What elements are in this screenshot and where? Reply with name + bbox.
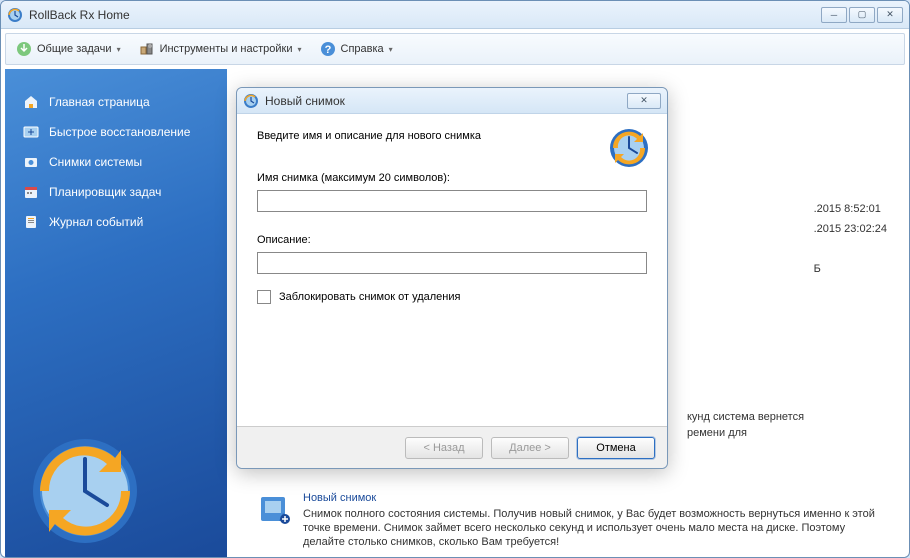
window-title: RollBack Rx Home: [29, 8, 821, 22]
maximize-button[interactable]: ▢: [849, 7, 875, 23]
lock-checkbox-label: Заблокировать снимок от удаления: [279, 291, 460, 303]
new-snapshot-text: Новый снимок Снимок полного состояния си…: [303, 491, 887, 549]
chevron-down-icon: ▾: [298, 45, 302, 54]
help-icon: ?: [320, 41, 336, 57]
minimize-button[interactable]: ─: [821, 7, 847, 23]
new-snapshot-title[interactable]: Новый снимок: [303, 491, 887, 505]
background-text-peek: .2015 8:52:01 .2015 23:02:24 Б: [814, 199, 887, 279]
sidebar-item-label: Снимки системы: [49, 155, 142, 169]
sidebar-item-label: Журнал событий: [49, 215, 143, 229]
snapshot-desc-input[interactable]: [257, 252, 647, 274]
app-icon: [7, 7, 23, 23]
new-snapshot-icon: [257, 491, 293, 527]
desc-field-label: Описание:: [257, 234, 647, 246]
peek-text-2: ремени для: [687, 425, 887, 441]
sidebar-item-label: Главная страница: [49, 95, 150, 109]
lock-checkbox[interactable]: [257, 290, 271, 304]
sidebar-item-snapshots[interactable]: Снимки системы: [15, 147, 217, 177]
toolbar-common-tasks[interactable]: Общие задачи ▾: [16, 41, 121, 57]
name-field-label: Имя снимка (максимум 20 символов):: [257, 172, 647, 184]
titlebar: RollBack Rx Home ─ ▢ ✕: [1, 1, 909, 29]
background-text-peek-2: кунд система вернется ремени для: [687, 409, 887, 441]
dialog-title: Новый снимок: [265, 94, 627, 108]
next-button[interactable]: Далее >: [491, 437, 569, 459]
chevron-down-icon: ▾: [117, 45, 121, 54]
new-snapshot-dialog: Новый снимок ✕ Введите имя и описание дл…: [236, 87, 668, 469]
toolbar-label: Справка: [341, 43, 384, 55]
chevron-down-icon: ▾: [389, 45, 393, 54]
sidebar-item-restore[interactable]: Быстрое восстановление: [15, 117, 217, 147]
restore-icon: [23, 124, 39, 140]
cancel-button[interactable]: Отмена: [577, 437, 655, 459]
sidebar-item-eventlog[interactable]: Журнал событий: [15, 207, 217, 237]
peek-text-1: кунд система вернется: [687, 409, 887, 425]
window-controls: ─ ▢ ✕: [821, 7, 903, 23]
main-window: RollBack Rx Home ─ ▢ ✕ Общие задачи ▾ Ин…: [0, 0, 910, 558]
dialog-app-icon: [243, 93, 259, 109]
dialog-instruction: Введите имя и описание для нового снимка: [257, 130, 647, 142]
dialog-corner-logo: [607, 126, 651, 170]
new-snapshot-desc: Снимок полного состояния системы. Получи…: [303, 507, 887, 549]
dialog-body: Введите имя и описание для нового снимка…: [237, 114, 667, 426]
app-logo: [25, 431, 145, 551]
snapshot-icon: [23, 154, 39, 170]
dialog-close-button[interactable]: ✕: [627, 93, 661, 109]
sidebar-item-scheduler[interactable]: Планировщик задач: [15, 177, 217, 207]
sidebar-item-label: Быстрое восстановление: [49, 125, 190, 139]
tasks-icon: [16, 41, 32, 57]
peek-size-unit: Б: [814, 259, 887, 279]
sidebar-item-home[interactable]: Главная страница: [15, 87, 217, 117]
toolbar-label: Инструменты и настройки: [160, 43, 293, 55]
dialog-titlebar: Новый снимок ✕: [237, 88, 667, 114]
close-button[interactable]: ✕: [877, 7, 903, 23]
sidebar-item-label: Планировщик задач: [49, 185, 161, 199]
scheduler-icon: [23, 184, 39, 200]
peek-timestamp-1: .2015 8:52:01: [814, 199, 887, 219]
toolbar-help[interactable]: ? Справка ▾: [320, 41, 393, 57]
new-snapshot-section: Новый снимок Снимок полного состояния си…: [257, 491, 887, 549]
toolbar-tools-settings[interactable]: Инструменты и настройки ▾: [139, 41, 302, 57]
svg-text:?: ?: [324, 44, 331, 56]
toolbar-label: Общие задачи: [37, 43, 112, 55]
peek-timestamp-2: .2015 23:02:24: [814, 219, 887, 239]
snapshot-name-input[interactable]: [257, 190, 647, 212]
dialog-footer: < Назад Далее > Отмена: [237, 426, 667, 468]
home-icon: [23, 94, 39, 110]
back-button[interactable]: < Назад: [405, 437, 483, 459]
toolbar: Общие задачи ▾ Инструменты и настройки ▾…: [5, 33, 905, 65]
sidebar: Главная страница Быстрое восстановление …: [5, 69, 227, 558]
log-icon: [23, 214, 39, 230]
lock-checkbox-row: Заблокировать снимок от удаления: [257, 290, 647, 304]
tools-icon: [139, 41, 155, 57]
